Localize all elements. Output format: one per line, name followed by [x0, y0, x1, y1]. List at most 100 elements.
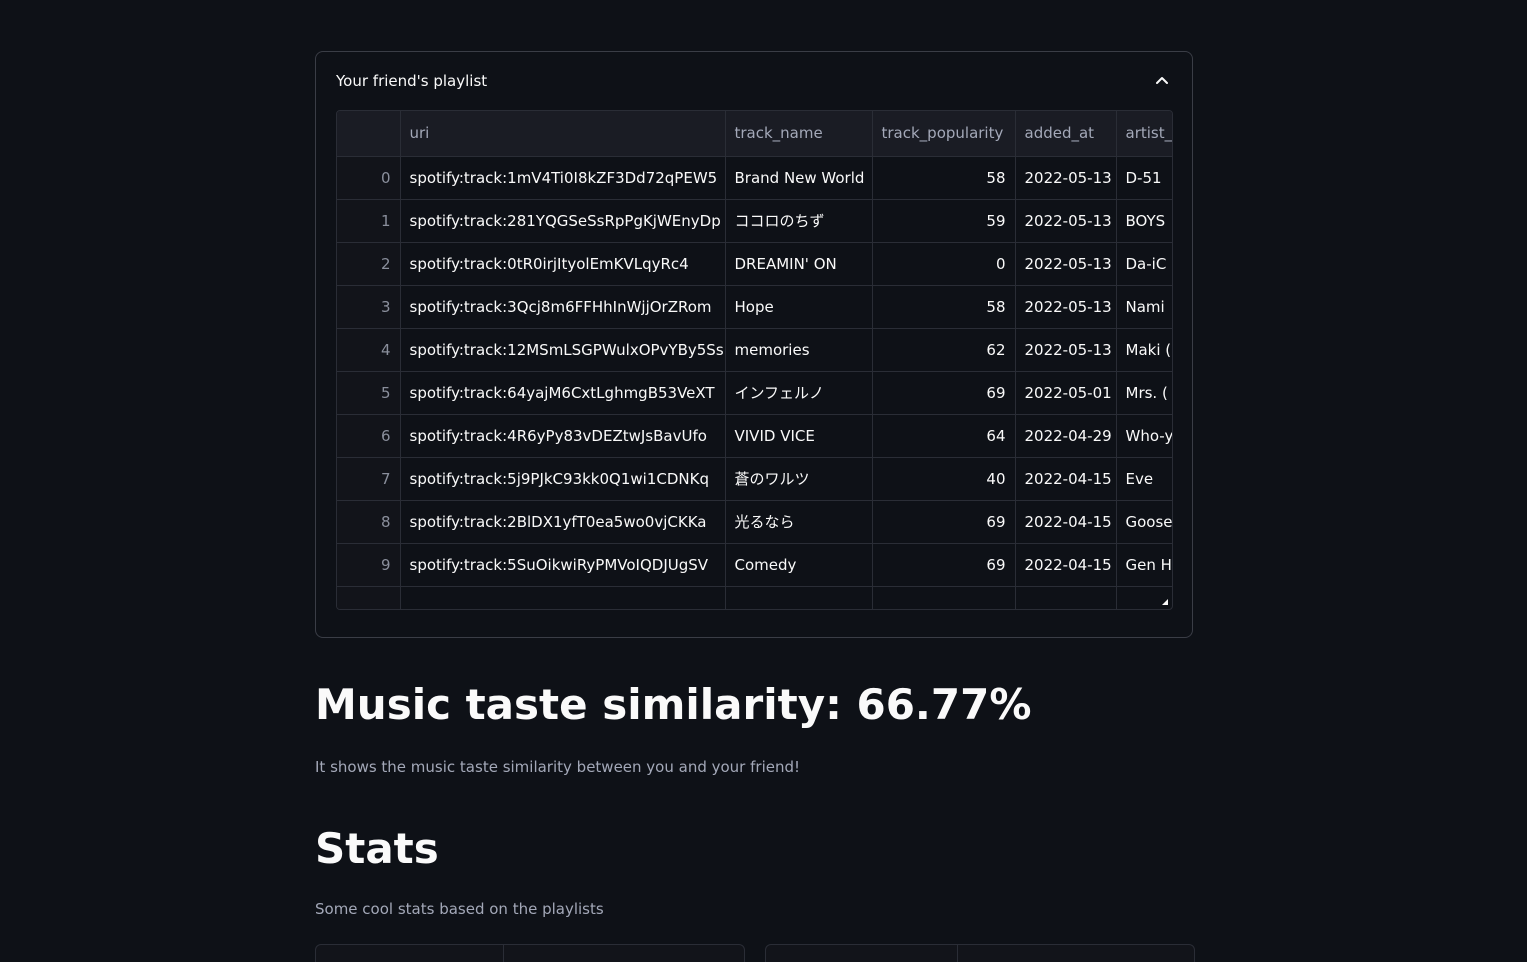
expander-title: Your friend's playlist — [336, 72, 488, 90]
table-header-row: uri track_name track_popularity added_at… — [337, 111, 1172, 157]
cell-uri[interactable]: spotify:track:4R6yPy83vDEZtwJsBavUfo — [400, 414, 726, 458]
column-header-track-popularity[interactable]: track_popularity — [872, 111, 1016, 157]
cell-track-popularity[interactable]: 59 — [872, 199, 1016, 243]
stats-table-left — [315, 944, 745, 962]
table-row[interactable]: 0 spotify:track:1mV4Ti0I8kZF3Dd72qPEW5 Bra… — [337, 156, 1172, 200]
row-index[interactable]: 6 — [337, 414, 401, 458]
cell-added-at[interactable]: 2022-05-13 — [1015, 285, 1117, 329]
cell-added-at[interactable]: 2022-04-15 — [1015, 500, 1117, 544]
row-index[interactable]: 0 — [337, 156, 401, 200]
cell-track-popularity[interactable]: 69 — [872, 371, 1016, 415]
row-index[interactable]: 1 — [337, 199, 401, 243]
cell-artist[interactable]: Goose — [1116, 500, 1172, 544]
cell-track-name[interactable]: Comedy — [725, 543, 873, 587]
cell-uri[interactable]: spotify:track:2BlDX1yfT0ea5wo0vjCKKa — [400, 500, 726, 544]
cell-artist[interactable]: D-51 — [1116, 156, 1172, 200]
cell-track-popularity[interactable]: 40 — [872, 457, 1016, 501]
cell-track-name[interactable]: VIVID VICE — [725, 414, 873, 458]
column-divider — [957, 945, 958, 962]
cell-artist[interactable]: Gen H — [1116, 543, 1172, 587]
row-index[interactable]: 8 — [337, 500, 401, 544]
stats-table-right — [765, 944, 1195, 962]
cell-uri[interactable]: spotify:track:3Qcj8m6FFHhInWjjOrZRom — [400, 285, 726, 329]
cell-uri[interactable]: spotify:track:281YQGSeSsRpPgKjWEnyDp — [400, 199, 726, 243]
table-row[interactable]: 3 spotify:track:3Qcj8m6FFHhInWjjOrZRom Hop… — [337, 285, 1172, 329]
cell-uri[interactable]: spotify:track:5j9PJkC93kk0Q1wi1CDNKq — [400, 457, 726, 501]
cell-artist[interactable]: Nami — [1116, 285, 1172, 329]
cell-artist[interactable]: BOYS — [1116, 199, 1172, 243]
table-row[interactable]: 7 spotify:track:5j9PJkC93kk0Q1wi1CDNKq 蒼のワ… — [337, 457, 1172, 501]
playlist-table: uri track_name track_popularity added_at… — [337, 111, 1172, 609]
expander-header[interactable]: Your friend's playlist — [316, 52, 1192, 112]
playlist-dataframe[interactable]: uri track_name track_popularity added_at… — [336, 110, 1173, 610]
cell-track-name[interactable]: DREAMIN' ON — [725, 242, 873, 286]
cell-track-popularity[interactable]: 0 — [872, 242, 1016, 286]
cell-added-at[interactable]: 2022-04-15 — [1015, 543, 1117, 587]
cell-added-at[interactable]: 2022-05-01 — [1015, 371, 1117, 415]
stats-heading: Stats — [315, 824, 439, 873]
cell-added-at[interactable]: 2022-04-15 — [1015, 457, 1117, 501]
cell-added-at[interactable]: 2022-05-13 — [1015, 156, 1117, 200]
cell-added-at[interactable]: 2022-05-13 — [1015, 199, 1117, 243]
empty-cell — [872, 586, 1016, 609]
cell-track-popularity[interactable]: 58 — [872, 285, 1016, 329]
cell-track-name[interactable]: 蒼のワルツ — [725, 457, 873, 501]
column-header-track-name[interactable]: track_name — [725, 111, 873, 157]
cell-track-name[interactable]: 光るなら — [725, 500, 873, 544]
column-header-added-at[interactable]: added_at — [1015, 111, 1117, 157]
cell-uri[interactable]: spotify:track:64yajM6CxtLghmgB53VeXT — [400, 371, 726, 415]
cell-track-popularity[interactable]: 64 — [872, 414, 1016, 458]
cell-artist[interactable]: Eve — [1116, 457, 1172, 501]
cell-artist[interactable]: Who-y — [1116, 414, 1172, 458]
cell-added-at[interactable]: 2022-05-13 — [1015, 328, 1117, 372]
cell-track-name[interactable]: memories — [725, 328, 873, 372]
table-body: 0 spotify:track:1mV4Ti0I8kZF3Dd72qPEW5 Bra… — [337, 156, 1172, 609]
similarity-heading: Music taste similarity: 66.77% — [315, 680, 1032, 729]
cell-track-name[interactable]: Hope — [725, 285, 873, 329]
cell-uri[interactable]: spotify:track:5SuOikwiRyPMVoIQDJUgSV — [400, 543, 726, 587]
cell-artist[interactable]: Da-iC — [1116, 242, 1172, 286]
cell-added-at[interactable]: 2022-05-13 — [1015, 242, 1117, 286]
cell-track-popularity[interactable]: 69 — [872, 500, 1016, 544]
index-header — [337, 111, 401, 157]
similarity-caption: It shows the music taste similarity betw… — [315, 758, 801, 776]
cell-added-at[interactable]: 2022-04-29 — [1015, 414, 1117, 458]
cell-track-name[interactable]: インフェルノ — [725, 371, 873, 415]
column-divider — [503, 945, 504, 962]
empty-cell — [1116, 586, 1172, 609]
cell-track-name[interactable]: Brand New World — [725, 156, 873, 200]
empty-cell — [725, 586, 873, 609]
chevron-up-icon[interactable] — [1156, 76, 1168, 86]
cell-track-popularity[interactable]: 62 — [872, 328, 1016, 372]
app-root: Your friend's playlist uri track_name tr… — [0, 0, 1527, 962]
table-row[interactable]: 1 spotify:track:281YQGSeSsRpPgKjWEnyDp ココロ… — [337, 199, 1172, 243]
cell-artist[interactable]: Mrs. ( — [1116, 371, 1172, 415]
empty-cell — [337, 586, 401, 609]
empty-cell — [400, 586, 726, 609]
cell-track-popularity[interactable]: 69 — [872, 543, 1016, 587]
row-index[interactable]: 5 — [337, 371, 401, 415]
table-row[interactable]: 5 spotify:track:64yajM6CxtLghmgB53VeXT インフ… — [337, 371, 1172, 415]
row-index[interactable]: 7 — [337, 457, 401, 501]
column-header-artist[interactable]: artist_ — [1116, 111, 1172, 157]
column-header-uri[interactable]: uri — [400, 111, 726, 157]
table-row[interactable]: 4 spotify:track:12MSmLSGPWulxOPvYBy5Ss mem… — [337, 328, 1172, 372]
row-index[interactable]: 2 — [337, 242, 401, 286]
resize-handle-icon[interactable] — [1162, 599, 1168, 605]
table-row[interactable]: 8 spotify:track:2BlDX1yfT0ea5wo0vjCKKa 光るな… — [337, 500, 1172, 544]
table-row[interactable]: 6 spotify:track:4R6yPy83vDEZtwJsBavUfo VIV… — [337, 414, 1172, 458]
cell-track-name[interactable]: ココロのちず — [725, 199, 873, 243]
row-index[interactable]: 4 — [337, 328, 401, 372]
cell-uri[interactable]: spotify:track:1mV4Ti0I8kZF3Dd72qPEW5 — [400, 156, 726, 200]
row-index[interactable]: 9 — [337, 543, 401, 587]
table-row[interactable]: 9 spotify:track:5SuOikwiRyPMVoIQDJUgSV Com… — [337, 543, 1172, 587]
cell-track-popularity[interactable]: 58 — [872, 156, 1016, 200]
cell-artist[interactable]: Maki ( — [1116, 328, 1172, 372]
empty-cell — [1015, 586, 1117, 609]
table-row[interactable]: 2 spotify:track:0tR0irjItyolEmKVLqyRc4 DRE… — [337, 242, 1172, 286]
cell-uri[interactable]: spotify:track:12MSmLSGPWulxOPvYBy5Ss — [400, 328, 726, 372]
stats-caption: Some cool stats based on the playlists — [315, 900, 604, 918]
row-index[interactable]: 3 — [337, 285, 401, 329]
table-row-partial — [337, 586, 1172, 609]
cell-uri[interactable]: spotify:track:0tR0irjItyolEmKVLqyRc4 — [400, 242, 726, 286]
